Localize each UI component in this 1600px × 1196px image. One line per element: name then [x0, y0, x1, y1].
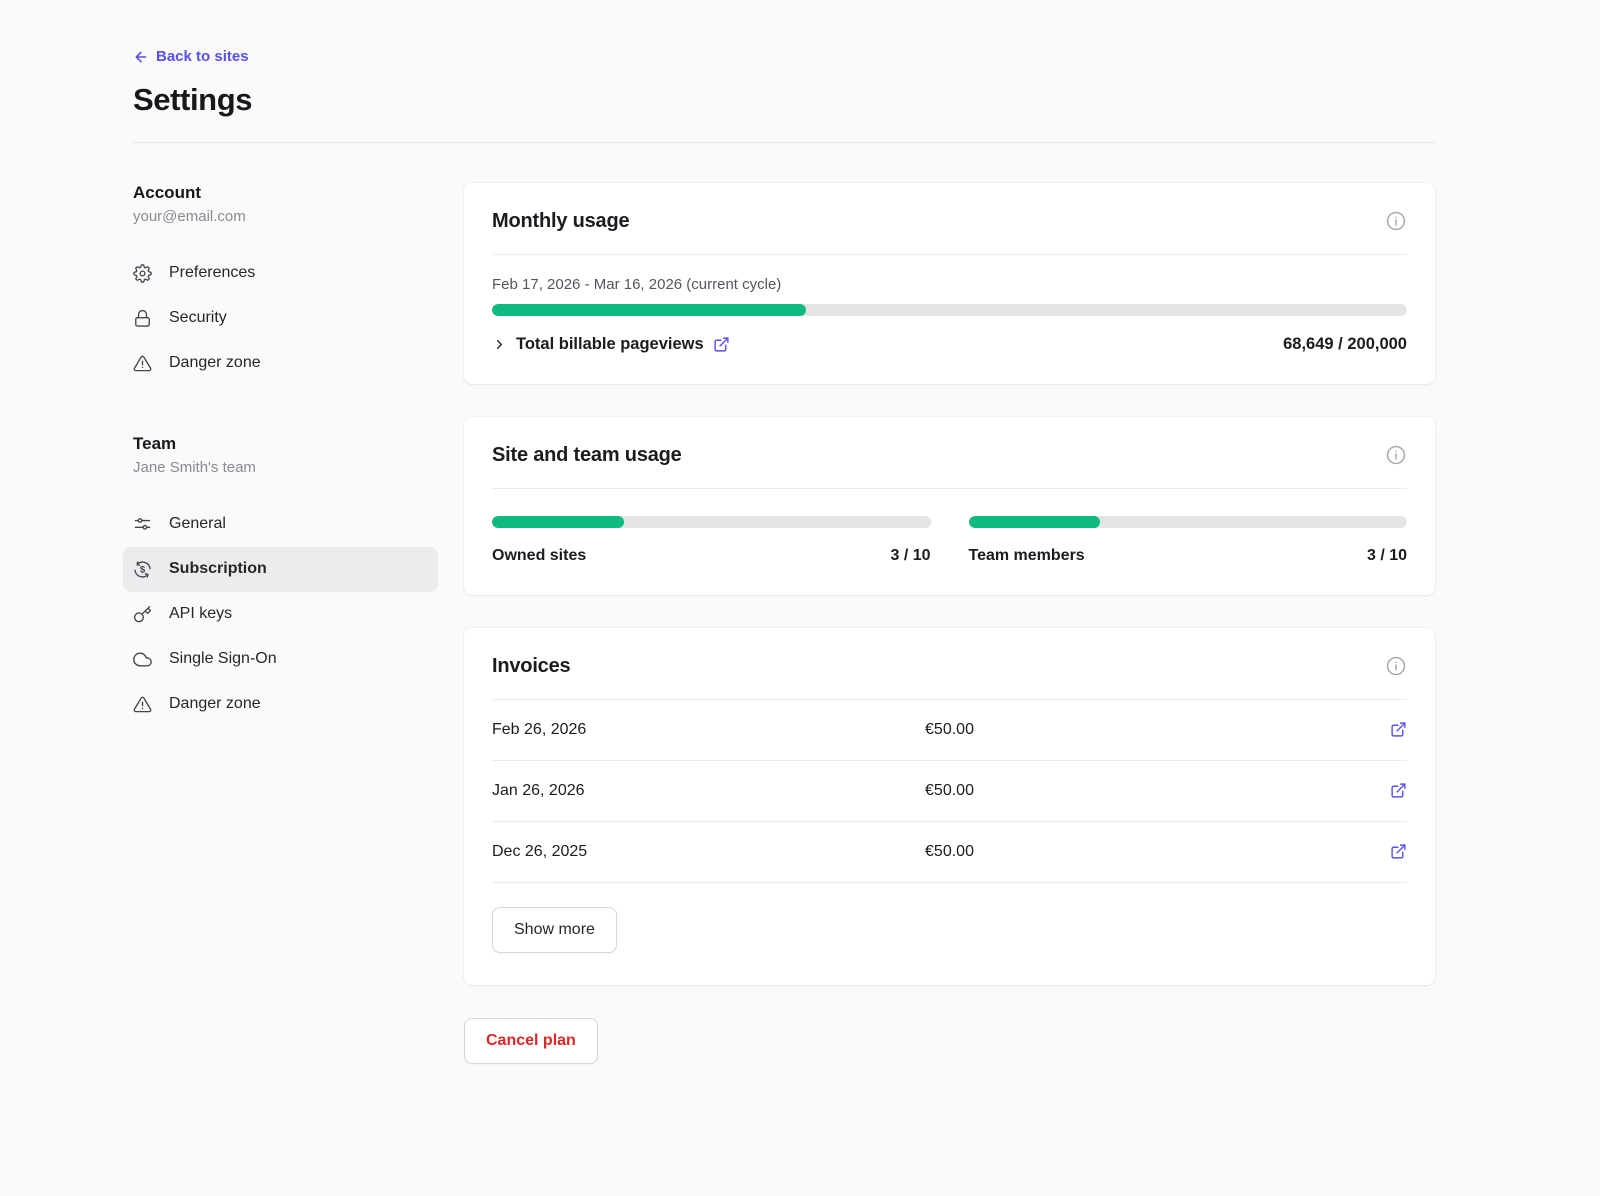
sidebar-item-preferences[interactable]: Preferences — [123, 251, 438, 296]
info-icon[interactable] — [1385, 655, 1407, 677]
invoice-date: Jan 26, 2026 — [492, 782, 925, 800]
team-nav: General Subscription API keys Singl — [133, 502, 438, 727]
account-nav: Preferences Security Danger zone — [133, 251, 438, 386]
invoice-row: Feb 26, 2026 €50.00 — [492, 700, 1407, 761]
sidebar-item-label: Danger zone — [169, 354, 261, 372]
cancel-plan-button[interactable]: Cancel plan — [464, 1018, 598, 1064]
team-name: Jane Smith's team — [133, 459, 464, 476]
team-section-title: Team — [133, 434, 464, 454]
arrow-left-icon — [133, 49, 149, 65]
key-icon — [133, 605, 152, 624]
info-icon[interactable] — [1385, 210, 1407, 232]
pageviews-progress-fill — [492, 304, 806, 316]
settings-sidebar: Account your@email.com Preferences Secur… — [133, 183, 464, 1064]
subscription-panel: Monthly usage Feb 17, 2026 - Mar 16, 202… — [464, 183, 1435, 1064]
sidebar-item-subscription[interactable]: Subscription — [123, 547, 438, 592]
settings-page: Back to sites Settings Account your@emai… — [0, 0, 1600, 1196]
invoice-date: Feb 26, 2026 — [492, 721, 925, 739]
header-divider — [133, 142, 1435, 143]
owned-sites-progress-track — [492, 516, 931, 528]
owned-sites-meter: Owned sites 3 / 10 — [492, 516, 931, 565]
info-icon[interactable] — [1385, 444, 1407, 466]
cloud-icon — [133, 650, 152, 669]
pageviews-usage-value: 68,649 / 200,000 — [1283, 335, 1407, 354]
team-members-progress-track — [969, 516, 1408, 528]
show-more-button[interactable]: Show more — [492, 907, 617, 953]
sidebar-item-security[interactable]: Security — [123, 296, 438, 341]
sidebar-item-label: Single Sign-On — [169, 650, 277, 668]
sidebar-item-label: Subscription — [169, 560, 267, 578]
team-members-label: Team members — [969, 547, 1085, 565]
owned-sites-label: Owned sites — [492, 547, 586, 565]
invoice-date: Dec 26, 2025 — [492, 843, 925, 861]
account-email: your@email.com — [133, 208, 464, 225]
team-members-meter: Team members 3 / 10 — [969, 516, 1408, 565]
billable-pageviews-label: Total billable pageviews — [516, 335, 704, 354]
invoice-external-link-icon[interactable] — [1390, 782, 1407, 799]
invoice-amount: €50.00 — [925, 843, 974, 861]
invoice-list: Feb 26, 2026 €50.00 Jan 26, 2026 €50.00 … — [464, 700, 1435, 883]
monthly-usage-title: Monthly usage — [492, 210, 629, 233]
warning-icon — [133, 354, 152, 373]
sidebar-section-account: Account your@email.com Preferences Secur… — [133, 183, 464, 386]
lock-icon — [133, 309, 152, 328]
sidebar-item-label: Danger zone — [169, 695, 261, 713]
team-members-progress-fill — [969, 516, 1101, 528]
sidebar-item-label: API keys — [169, 605, 232, 623]
sidebar-section-team: Team Jane Smith's team General Subscript… — [133, 434, 464, 727]
sliders-icon — [133, 515, 152, 534]
team-members-value: 3 / 10 — [1367, 547, 1407, 565]
page-title: Settings — [133, 82, 1435, 118]
invoices-title: Invoices — [492, 655, 570, 678]
invoice-amount: €50.00 — [925, 782, 974, 800]
sidebar-item-label: Preferences — [169, 264, 255, 282]
sidebar-item-general[interactable]: General — [123, 502, 438, 547]
gear-icon — [133, 264, 152, 283]
billing-cycle-label: Feb 17, 2026 - Mar 16, 2026 (current cyc… — [492, 276, 1407, 293]
pageviews-progress-track — [492, 304, 1407, 316]
invoice-external-link-icon[interactable] — [1390, 843, 1407, 860]
owned-sites-value: 3 / 10 — [890, 547, 930, 565]
sidebar-item-api-keys[interactable]: API keys — [123, 592, 438, 637]
owned-sites-progress-fill — [492, 516, 624, 528]
sidebar-item-label: General — [169, 515, 226, 533]
external-link-icon[interactable] — [713, 336, 730, 353]
sidebar-item-danger-zone-account[interactable]: Danger zone — [123, 341, 438, 386]
invoice-row: Jan 26, 2026 €50.00 — [492, 761, 1407, 822]
sidebar-item-label: Security — [169, 309, 227, 327]
invoices-card: Invoices Feb 26, 2026 €50.00 Jan 26, 202… — [464, 628, 1435, 985]
sidebar-item-single-sign-on[interactable]: Single Sign-On — [123, 637, 438, 682]
invoice-row: Dec 26, 2025 €50.00 — [492, 822, 1407, 883]
account-section-title: Account — [133, 183, 464, 203]
invoice-external-link-icon[interactable] — [1390, 721, 1407, 738]
back-to-sites-link[interactable]: Back to sites — [133, 48, 249, 65]
warning-icon — [133, 695, 152, 714]
monthly-usage-card: Monthly usage Feb 17, 2026 - Mar 16, 202… — [464, 183, 1435, 384]
chevron-right-icon[interactable] — [492, 337, 507, 352]
invoice-amount: €50.00 — [925, 721, 974, 739]
dollar-refresh-icon — [133, 560, 152, 579]
back-link-label: Back to sites — [156, 48, 249, 65]
sidebar-item-danger-zone-team[interactable]: Danger zone — [123, 682, 438, 727]
site-team-usage-card: Site and team usage Owned sites — [464, 417, 1435, 595]
site-team-usage-title: Site and team usage — [492, 444, 682, 467]
